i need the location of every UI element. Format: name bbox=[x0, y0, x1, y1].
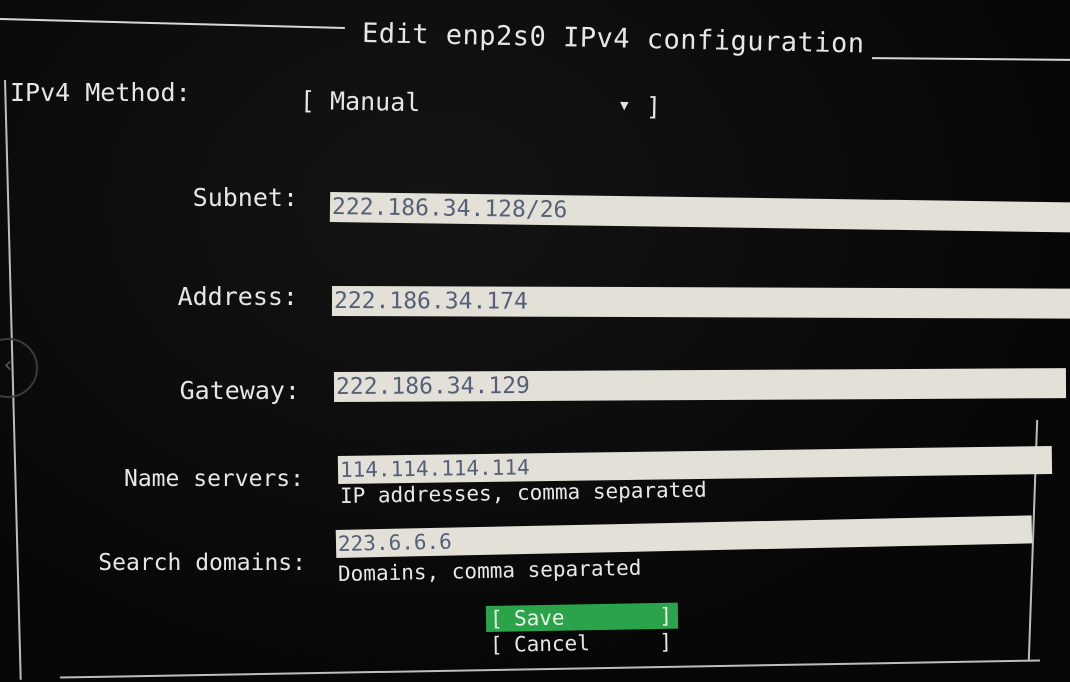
title-rule-right bbox=[871, 57, 1070, 61]
select-bracket-open: [ bbox=[299, 86, 316, 116]
address-input[interactable]: 222.186.34.174 bbox=[331, 286, 1070, 319]
ipv4-method-label: IPv4 Method: bbox=[10, 78, 191, 107]
search-domains-hint: Domains, comma separated bbox=[337, 555, 642, 586]
gateway-label: Gateway: bbox=[179, 376, 300, 405]
subnet-label: Subnet: bbox=[192, 183, 298, 212]
name-servers-hint: IP addresses, comma separated bbox=[339, 477, 707, 508]
back-arrow-icon[interactable]: ‹ bbox=[0, 338, 38, 398]
title-rule-left bbox=[0, 18, 345, 30]
save-bracket-close: ] bbox=[659, 603, 673, 628]
dropdown-arrow-icon: ▼ bbox=[619, 97, 629, 114]
save-label: Save bbox=[513, 605, 565, 631]
cancel-button[interactable]: [ Cancel ] bbox=[486, 629, 678, 658]
name-servers-label: Name servers: bbox=[123, 466, 304, 492]
installer-screen: Edit enp2s0 IPv4 configuration ‹ IPv4 Me… bbox=[0, 0, 1070, 682]
save-bracket-open: [ bbox=[489, 606, 503, 631]
cancel-bracket-close: ] bbox=[659, 629, 673, 654]
cancel-label: Cancel bbox=[513, 631, 591, 657]
save-button[interactable]: [ Save ] bbox=[485, 602, 679, 632]
search-domains-label: Search domains: bbox=[98, 550, 306, 576]
dialog-title: Edit enp2s0 IPv4 configuration bbox=[361, 18, 865, 60]
select-bracket-close: ] bbox=[645, 92, 662, 122]
ipv4-method-select[interactable]: [ Manual ▼ ] bbox=[300, 86, 671, 128]
ipv4-method-value: Manual bbox=[329, 86, 421, 118]
dialog-border-bottom bbox=[60, 659, 1040, 679]
cancel-bracket-open: [ bbox=[489, 632, 503, 657]
search-domains-input[interactable]: 223.6.6.6 bbox=[335, 515, 1033, 558]
subnet-input[interactable]: 222.186.34.128/26 bbox=[329, 192, 1070, 233]
address-label: Address: bbox=[177, 282, 298, 311]
gateway-input[interactable]: 222.186.34.129 bbox=[333, 368, 1067, 402]
